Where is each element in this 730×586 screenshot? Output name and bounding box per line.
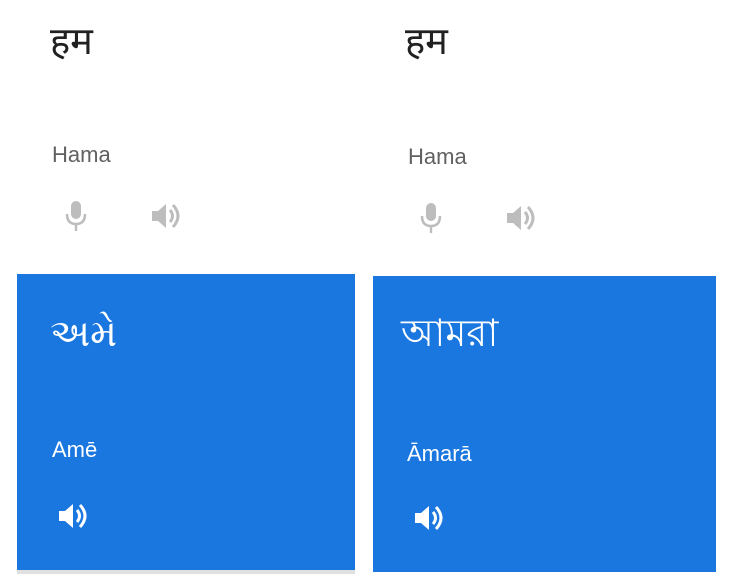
source-word: हम xyxy=(405,19,448,63)
microphone-icon xyxy=(65,201,87,231)
speaker-icon xyxy=(152,203,180,229)
source-transliteration: Hama xyxy=(408,144,467,169)
listen-button[interactable] xyxy=(411,498,451,538)
listen-button[interactable] xyxy=(55,496,95,536)
translation-panel-right: हम Hama আমরা Āmarā xyxy=(365,0,730,586)
source-word: हम xyxy=(50,19,93,63)
speaker-button[interactable] xyxy=(505,198,541,238)
microphone-icon xyxy=(420,203,442,233)
speaker-icon xyxy=(59,503,87,529)
translation-card: আমরা Āmarā xyxy=(373,276,716,572)
target-transliteration: Amē xyxy=(52,437,98,462)
speaker-button[interactable] xyxy=(150,196,186,236)
target-word: আমরা xyxy=(401,311,499,355)
microphone-button[interactable] xyxy=(413,198,449,238)
target-transliteration: Āmarā xyxy=(407,441,472,466)
microphone-button[interactable] xyxy=(58,196,94,236)
speaker-icon xyxy=(507,205,535,231)
translation-card: અમે Amē xyxy=(17,274,355,574)
target-word: અમે xyxy=(50,311,117,355)
source-transliteration: Hama xyxy=(52,142,111,167)
translation-panel-left: हम Hama અમે Amē xyxy=(0,0,365,586)
speaker-icon xyxy=(415,505,443,531)
